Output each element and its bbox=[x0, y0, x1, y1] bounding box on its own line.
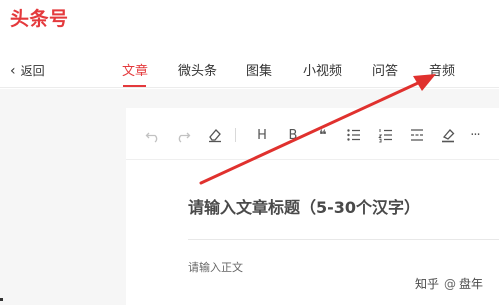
heading-icon[interactable]: H bbox=[253, 127, 271, 143]
highlight-icon[interactable] bbox=[439, 127, 457, 143]
eraser-icon[interactable] bbox=[206, 127, 224, 143]
title-underline bbox=[188, 239, 499, 240]
tab-gallery[interactable]: 图集 bbox=[246, 60, 272, 79]
tab-audio[interactable]: 音频 bbox=[429, 60, 455, 79]
back-button[interactable]: ‹ 返回 bbox=[10, 62, 45, 79]
numbered-list-icon[interactable] bbox=[377, 127, 395, 143]
watermark: 知乎 @ 盘年 bbox=[415, 275, 483, 292]
more-icon[interactable]: ··· bbox=[466, 127, 484, 143]
logo: 头条号 bbox=[10, 8, 69, 30]
tab-article[interactable]: 文章 bbox=[122, 60, 148, 79]
divider-icon[interactable] bbox=[408, 127, 426, 143]
redo-icon[interactable] bbox=[174, 127, 192, 143]
toolbar-divider bbox=[235, 128, 236, 142]
back-label: 返回 bbox=[20, 64, 45, 78]
watermark-site: 知乎 bbox=[415, 277, 440, 291]
watermark-author: 盘年 bbox=[459, 277, 484, 291]
tab-short-video[interactable]: 小视频 bbox=[303, 60, 342, 79]
editor-toolbar: H B ❝ ··· bbox=[126, 108, 499, 160]
tab-qa[interactable]: 问答 bbox=[372, 60, 398, 79]
active-tab-underline bbox=[123, 85, 146, 87]
chevron-left-icon: ‹ bbox=[10, 62, 16, 79]
bullet-list-icon[interactable] bbox=[345, 127, 363, 143]
quote-icon[interactable]: ❝ bbox=[314, 127, 332, 143]
undo-icon[interactable] bbox=[144, 127, 162, 143]
body-input[interactable]: 请输入正文 bbox=[188, 259, 243, 275]
top-navigation: ‹ 返回 文章 微头条 图集 小视频 问答 音频 bbox=[0, 42, 499, 88]
tab-micro-headline[interactable]: 微头条 bbox=[178, 60, 217, 79]
bold-icon[interactable]: B bbox=[284, 127, 302, 143]
title-input[interactable]: 请输入文章标题（5-30个汉字） bbox=[188, 194, 488, 218]
watermark-at: @ bbox=[444, 276, 457, 291]
edge-mark bbox=[0, 298, 3, 301]
